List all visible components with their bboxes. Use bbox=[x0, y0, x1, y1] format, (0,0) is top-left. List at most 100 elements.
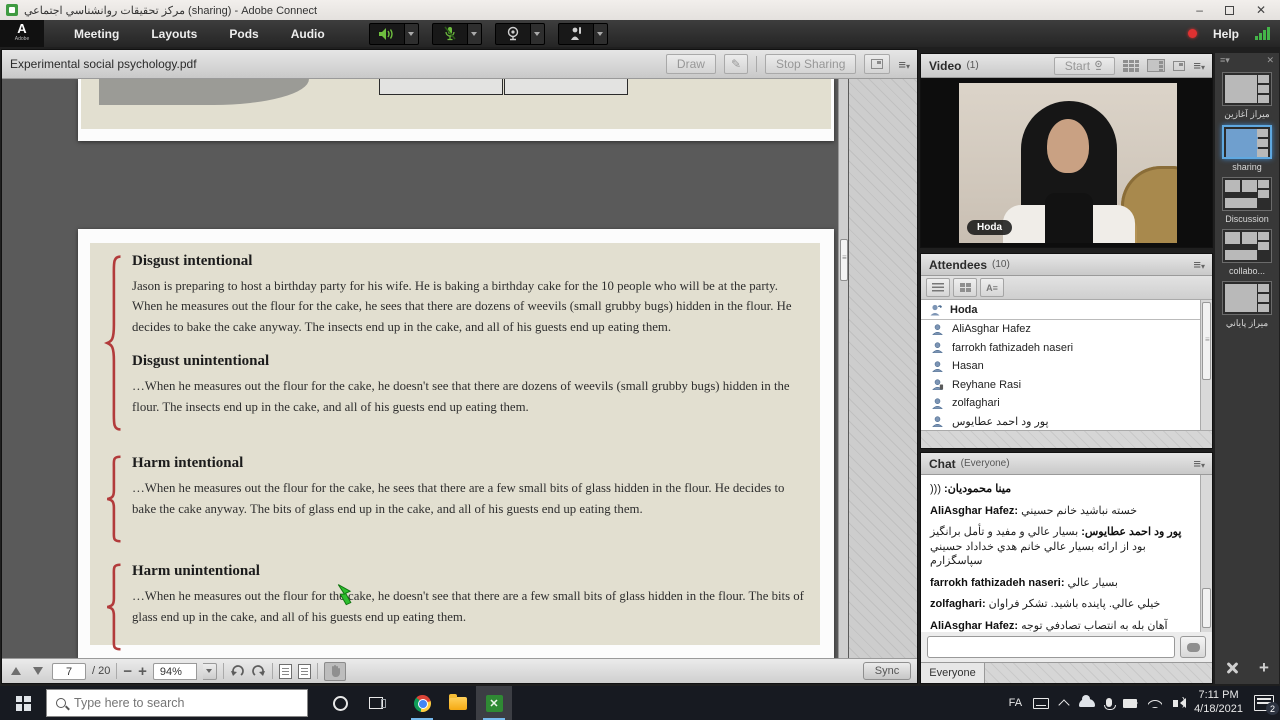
layout-thumbnail[interactable] bbox=[1222, 125, 1272, 159]
attendees-pod-header: Attendees (10) ≡ bbox=[921, 254, 1212, 276]
section-body: …When he measures out the flour for the … bbox=[132, 478, 806, 519]
layout-item--[interactable]: ميراز پاياني bbox=[1222, 281, 1272, 329]
wifi-icon[interactable] bbox=[1148, 698, 1162, 708]
video-fullscreen-button[interactable] bbox=[1173, 61, 1185, 71]
layout-tools-icon[interactable] bbox=[1225, 661, 1239, 675]
attendees-pod-menu-icon[interactable]: ≡ bbox=[1193, 257, 1204, 272]
zoom-level-value[interactable]: 94% bbox=[153, 663, 197, 680]
cortana-button[interactable] bbox=[322, 686, 358, 720]
layout-thumbnail[interactable] bbox=[1222, 72, 1272, 106]
chat-scrollbar[interactable] bbox=[1200, 475, 1212, 632]
attendee-row[interactable]: zolfaghari bbox=[921, 394, 1200, 413]
stop-sharing-button[interactable]: Stop Sharing bbox=[765, 54, 856, 74]
attendee-row[interactable]: Hasan bbox=[921, 357, 1200, 376]
chat-text: خسته نباشيد خانم حسيني bbox=[1021, 505, 1137, 517]
help-menu[interactable]: Help bbox=[1213, 27, 1239, 41]
restore-button[interactable] bbox=[1225, 3, 1234, 17]
video-pod-menu-icon[interactable]: ≡ bbox=[1193, 58, 1204, 73]
taskbar-search[interactable] bbox=[46, 689, 308, 717]
send-message-button[interactable] bbox=[1180, 636, 1206, 658]
chat-message-list[interactable]: مينا محموديان: (((AliAsghar Hafez: خسته … bbox=[921, 475, 1212, 632]
keyboard-icon[interactable] bbox=[1033, 698, 1049, 709]
search-input[interactable] bbox=[74, 696, 274, 710]
raise-hand-button[interactable] bbox=[558, 23, 608, 45]
menu-audio[interactable]: Audio bbox=[275, 21, 341, 47]
page-number-input[interactable]: 7 bbox=[52, 663, 86, 680]
tab-everyone[interactable]: Everyone bbox=[921, 663, 985, 683]
chat-pod-header: Chat (Everyone) ≡ bbox=[921, 453, 1212, 475]
tray-camera-icon[interactable] bbox=[1123, 699, 1137, 708]
chat-input[interactable] bbox=[927, 636, 1175, 658]
draw-button[interactable]: Draw bbox=[666, 54, 716, 74]
chrome-taskbar-button[interactable] bbox=[404, 686, 440, 720]
sync-button[interactable]: Sync bbox=[863, 662, 911, 680]
language-indicator[interactable]: FA bbox=[1009, 697, 1022, 709]
attendee-list-view-button[interactable] bbox=[926, 278, 950, 297]
file-explorer-button[interactable] bbox=[440, 686, 476, 720]
layout-thumbnail[interactable] bbox=[1222, 177, 1272, 211]
adobe-connect-taskbar-button[interactable]: ✕ bbox=[476, 686, 512, 720]
host-row[interactable]: Hoda bbox=[921, 300, 1212, 320]
minimize-button[interactable]: – bbox=[1196, 3, 1203, 17]
attendee-grid-view-button[interactable] bbox=[953, 278, 977, 297]
connection-status-icon[interactable] bbox=[1255, 27, 1270, 40]
webcam-button[interactable] bbox=[495, 23, 545, 45]
close-button[interactable]: ✕ bbox=[1256, 3, 1266, 17]
fullscreen-button[interactable] bbox=[864, 54, 890, 74]
layouts-close-icon[interactable]: ✕ bbox=[1266, 55, 1274, 66]
menu-pods[interactable]: Pods bbox=[213, 21, 274, 47]
zoom-dropdown-caret[interactable] bbox=[203, 663, 217, 680]
filmstrip-view-button[interactable] bbox=[1123, 60, 1139, 72]
document-scrollbar-thumb[interactable] bbox=[840, 239, 848, 281]
fit-page-icon[interactable] bbox=[279, 664, 292, 679]
action-center-icon[interactable]: 2 bbox=[1254, 695, 1274, 711]
document-scrollbar[interactable] bbox=[838, 79, 848, 658]
layout-thumbnail[interactable] bbox=[1222, 281, 1272, 315]
layout-thumbnail[interactable] bbox=[1222, 229, 1272, 263]
layout-item-collabo-[interactable]: collabo... bbox=[1222, 229, 1272, 276]
attendee-row[interactable]: farrokh fathizadeh naseri bbox=[921, 339, 1200, 358]
layout-item-sharing[interactable]: sharing bbox=[1222, 125, 1272, 172]
attendee-sort-button[interactable]: A≡ bbox=[980, 278, 1004, 297]
speaker-button[interactable] bbox=[369, 23, 419, 45]
attendee-list[interactable]: AliAsghar Hafezfarrokh fathizadeh naseri… bbox=[921, 320, 1200, 430]
task-view-button[interactable] bbox=[358, 686, 394, 720]
chat-pod-menu-icon[interactable]: ≡ bbox=[1193, 456, 1204, 471]
share-pod-menu-icon[interactable]: ≡ bbox=[898, 57, 909, 72]
clock[interactable]: 7:11 PM 4/18/2021 bbox=[1194, 689, 1243, 717]
grid-view-button[interactable] bbox=[1147, 59, 1165, 72]
zoom-out-button[interactable]: − bbox=[123, 664, 132, 679]
tray-microphone-icon[interactable] bbox=[1106, 698, 1112, 707]
layout-item-discussion[interactable]: Discussion bbox=[1222, 177, 1272, 224]
attendee-row[interactable]: Reyhane Rasi bbox=[921, 376, 1200, 395]
pan-tool-button[interactable] bbox=[324, 662, 346, 681]
microphone-button[interactable] bbox=[432, 23, 482, 45]
zoom-in-button[interactable]: + bbox=[138, 664, 147, 679]
attendee-row[interactable]: AliAsghar Hafez bbox=[921, 320, 1200, 339]
layouts-menu-icon[interactable]: ≡▾ bbox=[1220, 55, 1230, 66]
pen-tool-button[interactable]: ✎ bbox=[724, 54, 748, 74]
add-layout-button[interactable]: + bbox=[1259, 659, 1269, 676]
raise-hand-caret[interactable] bbox=[594, 23, 608, 45]
menu-meeting[interactable]: Meeting bbox=[58, 21, 135, 47]
microphone-caret[interactable] bbox=[468, 23, 482, 45]
pdf-document-area[interactable]: Disgust intentional Jason is preparing t… bbox=[2, 79, 917, 658]
rotate-left-icon[interactable] bbox=[230, 664, 245, 678]
volume-icon[interactable] bbox=[1173, 700, 1178, 707]
webcam-caret[interactable] bbox=[531, 23, 545, 45]
attendees-scrollbar[interactable] bbox=[1200, 300, 1212, 430]
next-page-button[interactable] bbox=[30, 663, 46, 679]
pdf-toolbar: 7 / 20 − + 94% Sync bbox=[2, 658, 917, 683]
start-webcam-button[interactable]: Start bbox=[1054, 57, 1116, 75]
speaker-caret[interactable] bbox=[405, 23, 419, 45]
layout-item--[interactable]: ميراز آغازين bbox=[1222, 72, 1272, 120]
menu-layouts[interactable]: Layouts bbox=[135, 21, 213, 47]
attendee-row[interactable]: پور ود احمد عطايوس bbox=[921, 413, 1200, 431]
start-button[interactable] bbox=[0, 686, 46, 720]
fit-width-icon[interactable] bbox=[298, 664, 311, 679]
previous-page-button[interactable] bbox=[8, 663, 24, 679]
rotate-right-icon[interactable] bbox=[251, 664, 266, 678]
tray-expand-icon[interactable] bbox=[1058, 699, 1069, 710]
onedrive-icon[interactable] bbox=[1079, 699, 1095, 707]
share-pod-header: Experimental social psychology.pdf Draw … bbox=[2, 50, 917, 79]
